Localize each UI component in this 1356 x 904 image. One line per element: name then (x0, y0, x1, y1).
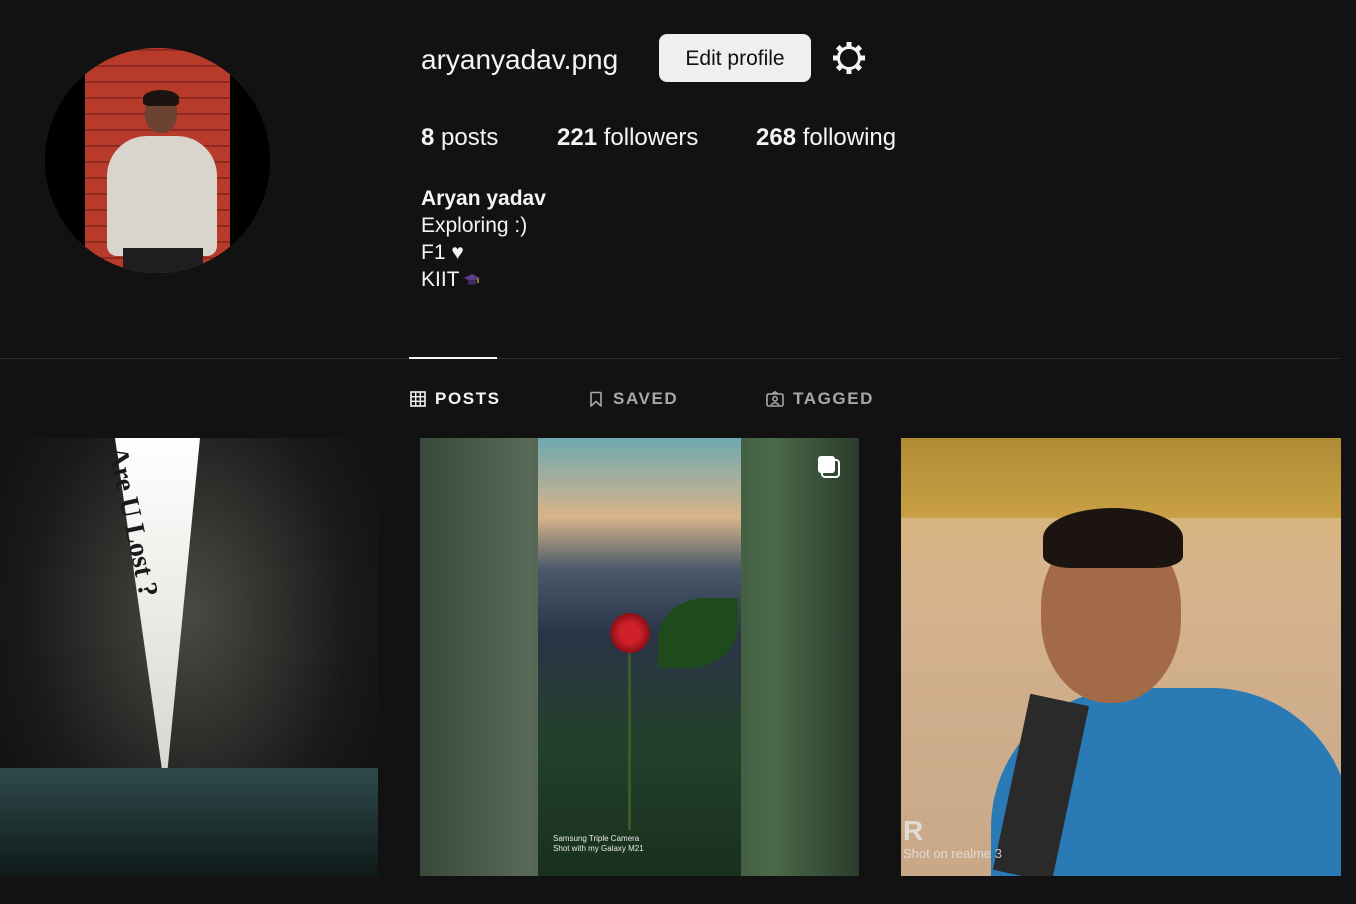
tab-posts[interactable]: POSTS (410, 386, 501, 412)
stat-following[interactable]: 268 following (756, 122, 896, 154)
post-3-watermark-text: Shot on realme 3 (903, 846, 1003, 861)
profile-username: aryanyadav.png (421, 44, 619, 75)
avatar-figure-legs (123, 248, 203, 273)
post-2-stem (628, 650, 631, 830)
followers-count: 221 (557, 124, 598, 151)
tab-saved[interactable]: SAVED (588, 386, 678, 412)
following-label: following (802, 124, 897, 151)
tag-person-icon (766, 391, 784, 407)
graduation-cap-icon (463, 274, 480, 286)
post-2-watermark-line-1: Samsung Triple Camera (553, 834, 640, 843)
post-2-watermark-line-2: Shot with my Galaxy M21 (553, 844, 644, 853)
post-3-watermark: R Shot on realme 3 (903, 816, 1002, 862)
bio-full-name: Aryan yadav (421, 187, 546, 210)
profile-avatar[interactable] (45, 48, 270, 273)
tab-saved-label: SAVED (613, 389, 679, 408)
stat-posts: 8 posts (421, 122, 498, 154)
tab-tagged[interactable]: TAGGED (766, 386, 874, 412)
carousel-icon (818, 456, 840, 478)
bio-line-3-text: KIIT (421, 268, 460, 291)
bookmark-icon (590, 391, 602, 407)
bio-line-1: Exploring :) (421, 214, 528, 237)
post-3-hair (1043, 508, 1183, 568)
bio-line-3: KIIT (421, 266, 546, 293)
avatar-figure-body (107, 136, 217, 256)
bio-line-2: F1 ♥ (421, 241, 464, 264)
post-thumbnail-2[interactable]: Samsung Triple Camera Shot with my Galax… (420, 438, 859, 876)
posts-count: 8 (421, 124, 435, 151)
following-count: 268 (756, 124, 797, 151)
active-tab-indicator (409, 357, 497, 359)
tab-posts-label: POSTS (435, 389, 501, 408)
post-thumbnail-3[interactable]: R Shot on realme 3 (901, 438, 1341, 876)
post-1-water (0, 768, 378, 876)
post-3-background (901, 438, 1341, 518)
tab-tagged-label: TAGGED (793, 389, 875, 408)
post-3-watermark-logo: R (903, 815, 924, 846)
tabs-divider (0, 358, 1340, 359)
stat-followers[interactable]: 221 followers (557, 122, 698, 154)
profile-bio: Aryan yadav Exploring :) F1 ♥ KIIT (421, 185, 546, 293)
edit-profile-button[interactable]: Edit profile (659, 34, 811, 82)
posts-label: posts (441, 124, 499, 151)
avatar-figure-hair (143, 90, 179, 106)
post-thumbnail-1[interactable]: Are U Lost ? (0, 438, 378, 876)
grid-icon (410, 391, 426, 407)
post-2-flower (610, 613, 650, 653)
followers-label: followers (603, 124, 699, 151)
post-2-watermark: Samsung Triple Camera Shot with my Galax… (553, 834, 644, 854)
settings-gear-icon[interactable] (830, 39, 868, 77)
